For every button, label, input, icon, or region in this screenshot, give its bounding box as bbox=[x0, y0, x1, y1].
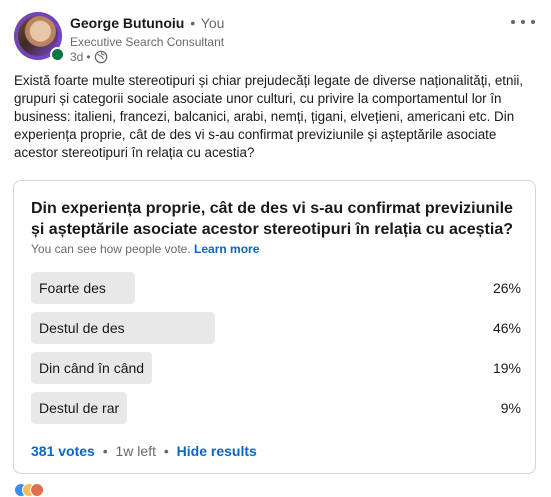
poll-option-label: Din când în când bbox=[39, 360, 145, 376]
post-meta: 3d • bbox=[70, 50, 108, 64]
poll-option-percent: 9% bbox=[500, 400, 521, 416]
separator-dot: • bbox=[190, 15, 196, 31]
poll-option-label: Destul de rar bbox=[39, 400, 120, 416]
poll-option-percent: 46% bbox=[492, 320, 521, 336]
globe-icon bbox=[94, 50, 107, 64]
reaction-icons[interactable] bbox=[14, 483, 54, 497]
poll-option: Din când în când 19% bbox=[31, 352, 521, 384]
poll-footer: 381 votes • 1w left • Hide results bbox=[31, 443, 257, 459]
poll-option: Foarte des 26% bbox=[31, 272, 521, 304]
author-line: George Butunoiu • You bbox=[70, 15, 224, 31]
learn-more-link[interactable]: Learn more bbox=[194, 242, 259, 256]
poll-note-text: You can see how people vote. bbox=[31, 242, 191, 256]
post-time: 3d bbox=[70, 50, 84, 64]
separator-dot: • bbox=[86, 50, 91, 64]
poll-option: Destul de des 46% bbox=[31, 312, 521, 344]
vote-count-link[interactable]: 381 votes bbox=[31, 443, 95, 459]
more-options-icon[interactable] bbox=[511, 14, 535, 30]
poll-question: Din experiența proprie, cât de des vi s-… bbox=[31, 200, 513, 238]
celebrate-reaction-icon bbox=[30, 483, 44, 497]
poll-card: Din experiența proprie, cât de des vi s-… bbox=[13, 180, 536, 474]
separator-dot: • bbox=[102, 443, 108, 459]
poll-option-label: Destul de des bbox=[39, 320, 125, 336]
poll-time-left: 1w left bbox=[115, 443, 156, 459]
online-status-icon bbox=[50, 47, 65, 62]
separator-dot: • bbox=[163, 443, 169, 459]
poll-option-label: Foarte des bbox=[39, 280, 106, 296]
post-text: Există foarte multe stereotipuri și chia… bbox=[14, 73, 524, 160]
hide-results-button[interactable]: Hide results bbox=[177, 443, 257, 459]
poll-option-percent: 19% bbox=[492, 360, 521, 376]
author-relation: You bbox=[200, 15, 225, 31]
poll-option-percent: 26% bbox=[492, 280, 521, 296]
author-headline: Executive Search Consultant bbox=[70, 35, 225, 49]
post-header: George Butunoiu • You Executive Search C… bbox=[14, 12, 537, 68]
author-name[interactable]: George Butunoiu bbox=[70, 15, 184, 31]
poll-visibility-note: You can see how people vote. Learn more bbox=[31, 242, 259, 256]
poll-option: Destul de rar 9% bbox=[31, 392, 521, 424]
